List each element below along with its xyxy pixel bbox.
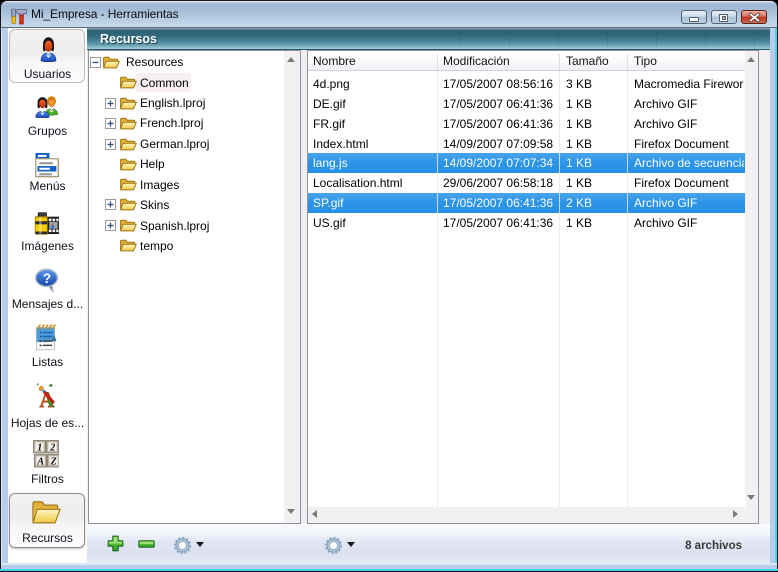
svg-text:1: 1: [37, 443, 42, 454]
svg-text:Z: Z: [50, 457, 57, 468]
svg-text:2: 2: [49, 443, 55, 454]
svg-text:A: A: [36, 457, 44, 468]
svg-text:?: ?: [43, 271, 51, 286]
svg-text:A: A: [40, 387, 56, 410]
